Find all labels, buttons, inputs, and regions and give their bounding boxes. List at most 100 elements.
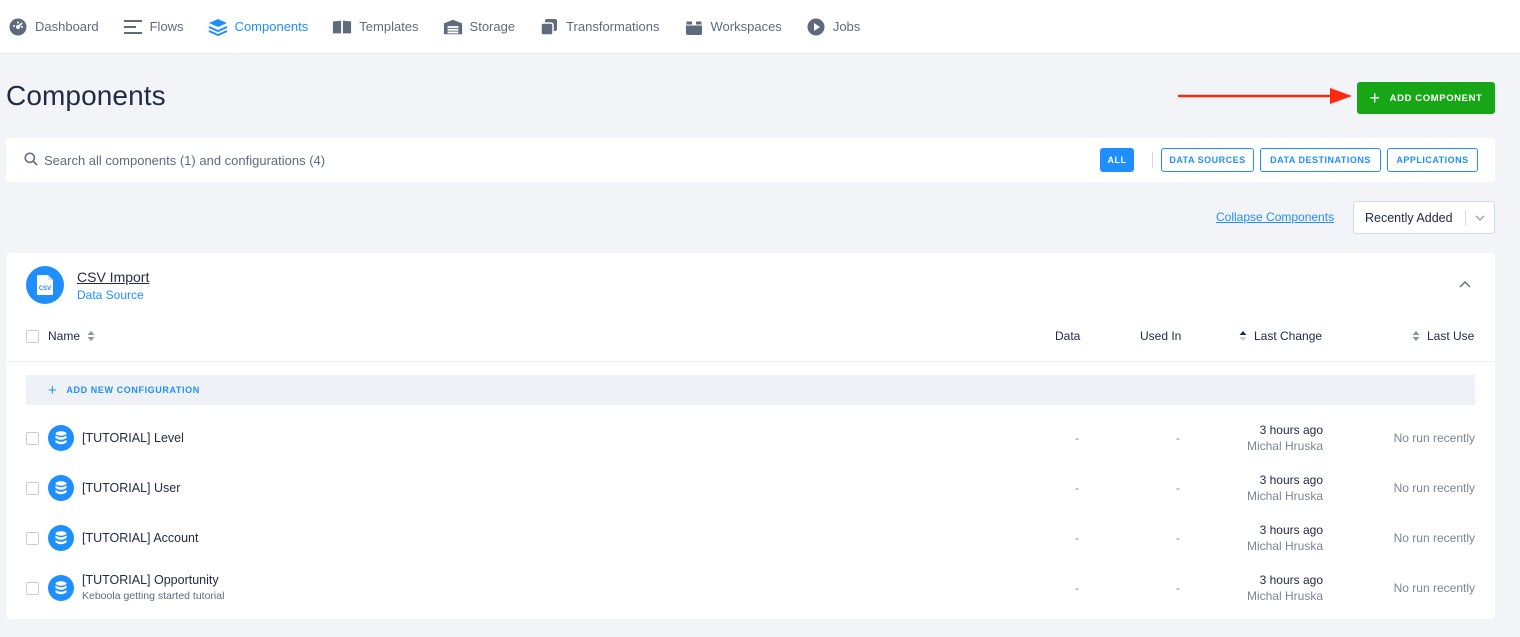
csv-logo-text: CSV — [39, 286, 51, 292]
column-header-name[interactable]: Name — [48, 329, 95, 343]
column-last-use-label: Last Use — [1427, 329, 1475, 343]
filter-applications-button[interactable]: APPLICATIONS — [1387, 148, 1478, 172]
search-bar: ALL DATA SOURCES DATA DESTINATIONS APPLI… — [6, 138, 1495, 182]
collapse-components-link[interactable]: Collapse Components — [1216, 210, 1334, 224]
filter-all-button[interactable]: ALL — [1100, 148, 1134, 172]
component-card: CSV CSV Import Data Source Name Data Use… — [6, 253, 1495, 619]
column-header-data: Data — [1055, 329, 1081, 343]
nav-components[interactable]: Components — [208, 17, 309, 37]
sort-divider — [1465, 210, 1466, 226]
last-change-time: 3 hours ago — [1259, 573, 1323, 587]
row-checkbox[interactable] — [26, 482, 39, 495]
table-header-divider — [6, 361, 1495, 362]
used-in-value: - — [1176, 431, 1180, 445]
used-in-value: - — [1176, 581, 1180, 595]
select-all-checkbox[interactable] — [26, 330, 39, 343]
sort-asc-icon — [1239, 331, 1247, 341]
last-change-user: Michal Hruska — [1246, 589, 1323, 603]
csv-file-icon: CSV — [26, 266, 64, 304]
nav-label: Transformations — [566, 19, 660, 34]
page-title: Components — [6, 80, 166, 111]
flows-icon — [123, 17, 143, 37]
table-row[interactable]: [TUTORIAL] Account - - 3 hours ago Micha… — [6, 513, 1495, 563]
copy-icon — [539, 17, 559, 37]
table-row[interactable]: [TUTORIAL] Level - - 3 hours ago Michal … — [6, 413, 1495, 463]
nav-workspaces[interactable]: Workspaces — [684, 17, 782, 37]
row-checkbox[interactable] — [26, 582, 39, 595]
nav-label: Workspaces — [710, 19, 782, 34]
column-name-label: Name — [48, 329, 81, 343]
configuration-description: Keboola getting started tutorial — [82, 590, 225, 602]
add-component-button[interactable]: + ADD COMPONENT — [1357, 82, 1495, 114]
box-icon — [684, 17, 704, 37]
last-change-time: 3 hours ago — [1259, 423, 1323, 437]
sort-icon — [87, 331, 95, 341]
play-icon — [806, 17, 826, 37]
data-value: - — [1075, 431, 1079, 445]
configuration-name[interactable]: [TUTORIAL] Account — [82, 531, 198, 545]
plus-icon: + — [1369, 88, 1381, 108]
last-use-value: No run recently — [1393, 581, 1475, 595]
component-name-link[interactable]: CSV Import — [77, 269, 149, 285]
configuration-name[interactable]: [TUTORIAL] Level — [82, 431, 184, 445]
column-header-last-use[interactable]: Last Use — [1412, 329, 1474, 343]
component-type: Data Source — [77, 288, 144, 302]
nav-label: Flows — [149, 19, 184, 34]
nav-flows[interactable]: Flows — [123, 17, 184, 37]
used-in-value: - — [1176, 531, 1180, 545]
data-value: - — [1075, 531, 1079, 545]
nav-jobs[interactable]: Jobs — [806, 17, 860, 37]
database-icon — [48, 525, 74, 551]
table-row[interactable]: [TUTORIAL] User - - 3 hours ago Michal H… — [6, 463, 1495, 513]
row-checkbox[interactable] — [26, 532, 39, 545]
nav-transformations[interactable]: Transformations — [539, 17, 660, 37]
used-in-value: - — [1176, 481, 1180, 495]
last-use-value: No run recently — [1393, 481, 1475, 495]
database-icon — [48, 575, 74, 601]
dashboard-icon — [8, 17, 28, 37]
column-header-used-in: Used In — [1140, 329, 1182, 343]
last-change-user: Michal Hruska — [1246, 489, 1323, 503]
search-icon — [24, 152, 38, 166]
annotation-arrow-icon — [1178, 88, 1352, 104]
book-icon — [332, 17, 352, 37]
filter-data-sources-button[interactable]: DATA SOURCES — [1161, 148, 1254, 172]
chevron-up-icon[interactable] — [1458, 279, 1472, 289]
search-input[interactable] — [44, 148, 944, 172]
nav-templates[interactable]: Templates — [332, 17, 419, 37]
configuration-name[interactable]: [TUTORIAL] User — [82, 481, 180, 495]
nav-storage[interactable]: Storage — [443, 17, 516, 37]
last-change-time: 3 hours ago — [1259, 523, 1323, 537]
data-value: - — [1075, 481, 1079, 495]
last-change-user: Michal Hruska — [1246, 439, 1323, 453]
plus-icon: + — [48, 381, 58, 399]
last-use-value: No run recently — [1393, 431, 1475, 445]
last-use-value: No run recently — [1393, 531, 1475, 545]
add-component-label: ADD COMPONENT — [1389, 92, 1483, 104]
nav-label: Jobs — [832, 19, 861, 34]
sort-select[interactable]: Recently Added — [1353, 201, 1495, 234]
table-row[interactable]: [TUTORIAL] Opportunity Keboola getting s… — [6, 563, 1495, 613]
database-icon — [48, 425, 74, 451]
filter-divider — [1152, 152, 1153, 168]
last-change-time: 3 hours ago — [1259, 473, 1323, 487]
nav-label: Dashboard — [35, 19, 99, 34]
last-change-user: Michal Hruska — [1246, 539, 1323, 553]
filter-data-destinations-button[interactable]: DATA DESTINATIONS — [1260, 148, 1381, 172]
nav-label: Storage — [469, 19, 516, 34]
database-icon — [48, 475, 74, 501]
sort-icon — [1412, 331, 1420, 341]
sort-value: Recently Added — [1365, 210, 1453, 225]
top-nav: Dashboard Flows Components Templates Sto… — [0, 0, 1520, 54]
nav-label: Templates — [359, 19, 419, 34]
column-header-last-change[interactable]: Last Change — [1239, 329, 1322, 343]
chevron-down-icon — [1475, 215, 1485, 221]
nav-label: Components — [234, 19, 309, 34]
add-new-configuration-button[interactable]: + ADD NEW CONFIGURATION — [26, 375, 1475, 405]
column-last-change-label: Last Change — [1254, 329, 1323, 343]
nav-dashboard[interactable]: Dashboard — [8, 17, 99, 37]
data-value: - — [1075, 581, 1079, 595]
row-checkbox[interactable] — [26, 432, 39, 445]
configuration-name[interactable]: [TUTORIAL] Opportunity — [82, 573, 219, 587]
warehouse-icon — [443, 17, 463, 37]
